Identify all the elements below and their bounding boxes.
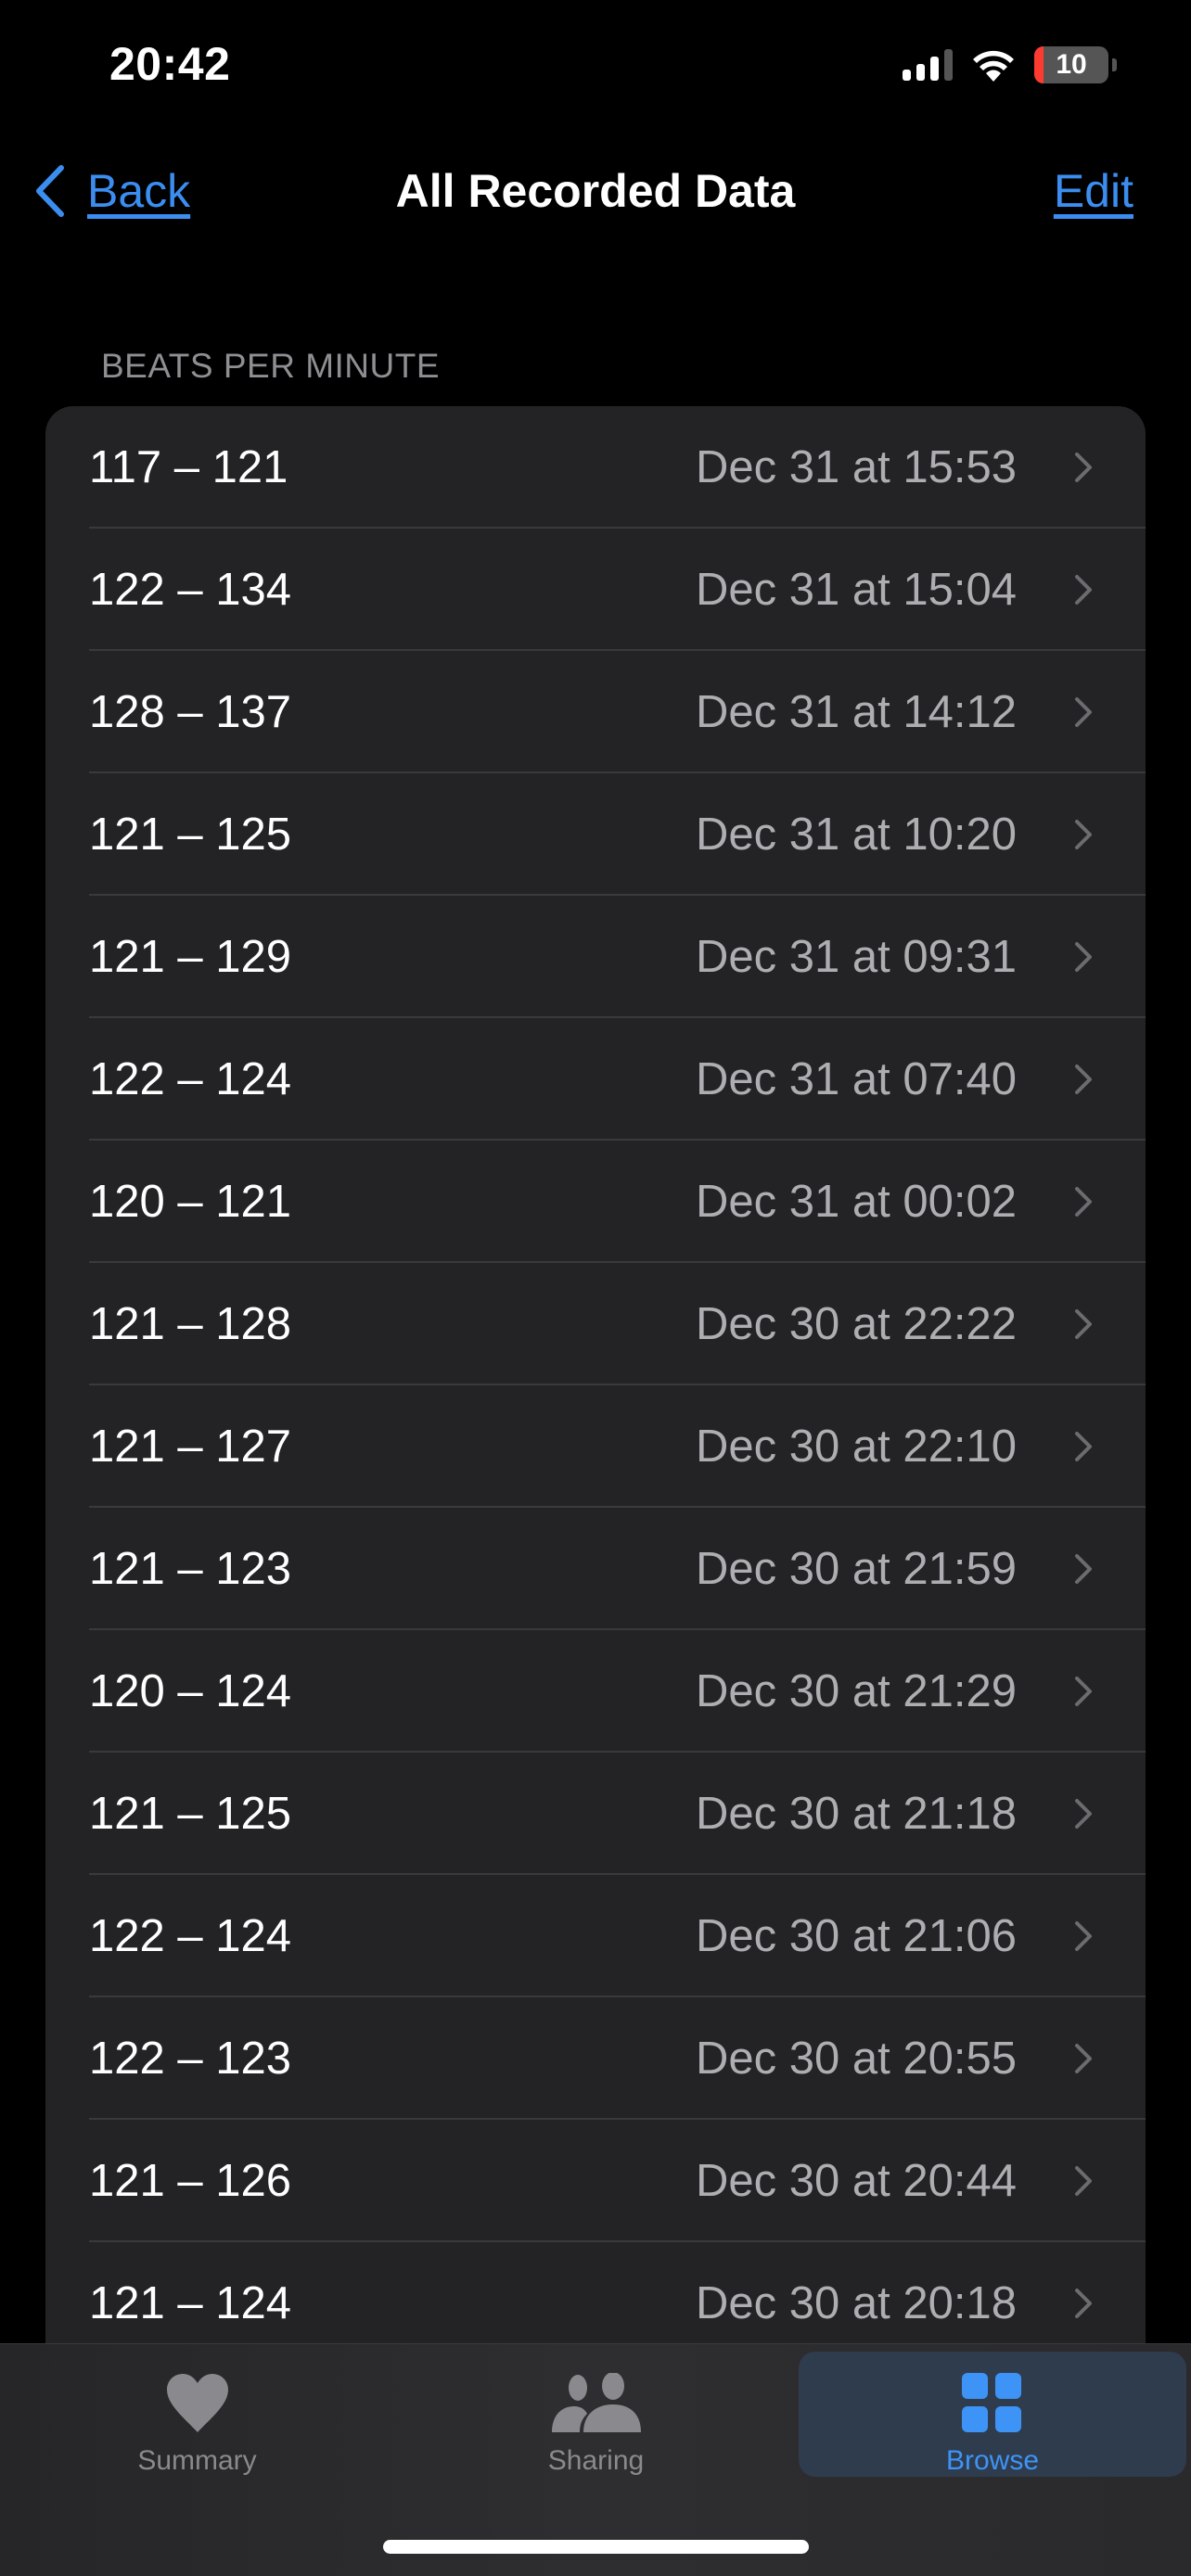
- record-date: Dec 31 at 14:12: [696, 687, 1017, 737]
- record-date: Dec 30 at 21:59: [696, 1544, 1017, 1594]
- list-item[interactable]: 121 – 125 Dec 30 at 21:18: [45, 1753, 1146, 1875]
- chevron-right-icon: [1075, 1554, 1092, 1584]
- status-time: 20:42: [109, 38, 231, 90]
- chevron-right-icon: [1075, 1799, 1092, 1829]
- bpm-range: 121 – 126: [89, 2156, 291, 2206]
- record-date: Dec 31 at 09:31: [696, 932, 1017, 982]
- list-item[interactable]: 117 – 121 Dec 31 at 15:53: [45, 406, 1146, 529]
- tab-sharing-label: Sharing: [547, 2445, 645, 2476]
- battery-icon: 10: [1034, 46, 1108, 83]
- bpm-range: 128 – 137: [89, 687, 291, 737]
- chevron-right-icon: [1075, 820, 1092, 849]
- chevron-right-icon: [1075, 1921, 1092, 1951]
- tab-sharing[interactable]: Sharing: [501, 2352, 691, 2477]
- list-item[interactable]: 120 – 121 Dec 31 at 00:02: [45, 1141, 1146, 1263]
- bpm-range: 121 – 127: [89, 1422, 291, 1472]
- tab-bar: Summary Sharing Browse: [0, 2343, 1191, 2576]
- list-item[interactable]: 121 – 126 Dec 30 at 20:44: [45, 2120, 1146, 2242]
- home-indicator[interactable]: [383, 2540, 809, 2554]
- bpm-range: 122 – 124: [89, 1911, 291, 1961]
- bpm-range: 121 – 128: [89, 1299, 291, 1349]
- list-item[interactable]: 121 – 128 Dec 30 at 22:22: [45, 1263, 1146, 1385]
- grid-icon: [962, 2372, 1021, 2432]
- heart-icon: [166, 2373, 228, 2432]
- record-date: Dec 30 at 21:06: [696, 1911, 1017, 1961]
- battery-fill: [1034, 46, 1044, 83]
- tab-browse-label: Browse: [945, 2445, 1040, 2476]
- status-bar: 20:42 10: [0, 0, 1191, 139]
- cellular-signal-icon: [903, 49, 953, 81]
- record-date: Dec 31 at 15:53: [696, 442, 1017, 492]
- record-date: Dec 30 at 20:55: [696, 2034, 1017, 2084]
- record-date: Dec 31 at 10:20: [696, 810, 1017, 860]
- bpm-range: 117 – 121: [89, 442, 288, 492]
- list-item[interactable]: 121 – 127 Dec 30 at 22:10: [45, 1385, 1146, 1508]
- data-list: 117 – 121 Dec 31 at 15:53 122 – 134 Dec 31 …: [45, 406, 1146, 2343]
- bpm-range: 121 – 125: [89, 810, 291, 860]
- chevron-right-icon: [1075, 2166, 1092, 2196]
- record-date: Dec 30 at 22:10: [696, 1422, 1017, 1472]
- list-item[interactable]: 122 – 124 Dec 31 at 07:40: [45, 1018, 1146, 1141]
- chevron-right-icon: [1075, 942, 1092, 972]
- tab-summary[interactable]: Summary: [102, 2352, 292, 2477]
- bpm-range: 120 – 121: [89, 1177, 291, 1227]
- battery-tip: [1112, 58, 1117, 71]
- section-header: BEATS PER MINUTE: [101, 347, 441, 385]
- bpm-range: 121 – 125: [89, 1789, 291, 1839]
- bpm-range: 120 – 124: [89, 1666, 291, 1716]
- chevron-right-icon: [1075, 575, 1092, 605]
- bpm-range: 122 – 124: [89, 1054, 291, 1104]
- list-item[interactable]: 121 – 129 Dec 31 at 09:31: [45, 896, 1146, 1018]
- list-item[interactable]: 122 – 123 Dec 30 at 20:55: [45, 1997, 1146, 2120]
- bpm-range: 122 – 134: [89, 565, 291, 615]
- list-item[interactable]: 121 – 125 Dec 31 at 10:20: [45, 773, 1146, 896]
- record-date: Dec 30 at 21:18: [696, 1789, 1017, 1839]
- tab-summary-label: Summary: [137, 2445, 257, 2476]
- page-title: All Recorded Data: [395, 165, 796, 217]
- chevron-right-icon: [1075, 1187, 1092, 1217]
- list-item[interactable]: 122 – 134 Dec 31 at 15:04: [45, 529, 1146, 651]
- bpm-range: 122 – 123: [89, 2034, 291, 2084]
- edit-button[interactable]: Edit: [1054, 164, 1133, 218]
- tab-browse[interactable]: Browse: [799, 2352, 1186, 2477]
- list-item[interactable]: 128 – 137 Dec 31 at 14:12: [45, 651, 1146, 773]
- battery-level: 10: [1056, 49, 1087, 80]
- chevron-right-icon: [1075, 453, 1092, 482]
- chevron-right-icon: [1075, 1309, 1092, 1339]
- chevron-right-icon: [1075, 1432, 1092, 1461]
- record-date: Dec 31 at 00:02: [696, 1177, 1017, 1227]
- record-date: Dec 31 at 15:04: [696, 565, 1017, 615]
- bpm-range: 121 – 124: [89, 2278, 291, 2328]
- people-icon: [551, 2372, 641, 2432]
- list-item[interactable]: 121 – 123 Dec 30 at 21:59: [45, 1508, 1146, 1630]
- chevron-right-icon: [1075, 1677, 1092, 1706]
- record-date: Dec 30 at 22:22: [696, 1299, 1017, 1349]
- record-date: Dec 31 at 07:40: [696, 1054, 1017, 1104]
- chevron-right-icon: [1075, 2044, 1092, 2073]
- wifi-icon: [973, 50, 1014, 82]
- bpm-range: 121 – 129: [89, 932, 291, 982]
- chevron-right-icon: [1075, 2289, 1092, 2318]
- chevron-right-icon: [1075, 1065, 1092, 1094]
- bpm-range: 121 – 123: [89, 1544, 291, 1594]
- record-date: Dec 30 at 20:44: [696, 2156, 1017, 2206]
- chevron-right-icon: [1075, 697, 1092, 727]
- list-item[interactable]: 122 – 124 Dec 30 at 21:06: [45, 1875, 1146, 1997]
- record-date: Dec 30 at 20:18: [696, 2278, 1017, 2328]
- navigation-bar: Back All Recorded Data Edit: [0, 153, 1191, 236]
- status-icons: 10: [903, 46, 1117, 83]
- list-item[interactable]: 121 – 124 Dec 30 at 20:18: [45, 2242, 1146, 2343]
- record-date: Dec 30 at 21:29: [696, 1666, 1017, 1716]
- list-item[interactable]: 120 – 124 Dec 30 at 21:29: [45, 1630, 1146, 1753]
